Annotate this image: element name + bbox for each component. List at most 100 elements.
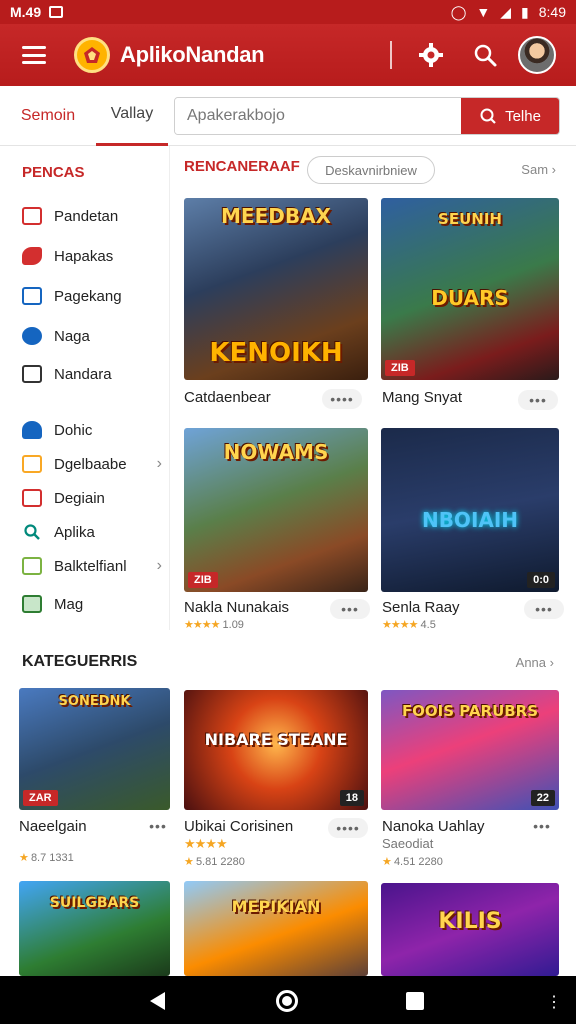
sidebar-item-nandara[interactable]: Nandara (22, 362, 162, 386)
grid-icon (22, 287, 42, 305)
sidebar-item-mag[interactable]: Mag (22, 592, 162, 616)
search-input[interactable] (175, 98, 461, 134)
appbar-divider (390, 41, 393, 69)
image-icon (22, 595, 42, 613)
search-box: Telhe (174, 97, 560, 135)
sidebar-item-label: Pandetan (54, 207, 119, 225)
tab-semoin[interactable]: Semoin (0, 86, 96, 146)
game-tag: ZAR (23, 790, 58, 806)
rating-value: 4.5 (420, 619, 436, 631)
more-options-button[interactable]: ••• (330, 599, 370, 619)
game-title[interactable]: Naeelgain (19, 818, 87, 835)
game-title[interactable]: Mang Snyat (382, 389, 462, 406)
recent-apps-icon[interactable] (406, 992, 424, 1010)
sidebar: PENCAS Pandetan Hapakas Pagekang Naga Na… (0, 146, 170, 630)
game-card-image[interactable]: NBOIAIH 0:0 (381, 428, 559, 592)
tab-vallay[interactable]: Vallay (96, 86, 168, 146)
game-card-image[interactable]: SONEDNK ZAR (19, 688, 170, 810)
sidebar-item-degiain[interactable]: Degiain (22, 486, 162, 510)
puzzle-icon (22, 247, 42, 265)
notification-icon (49, 6, 64, 18)
sidebar-item-label: Aplika (54, 523, 95, 541)
game-art-subtitle: KENOIKH (209, 338, 343, 368)
more-options-button[interactable]: •••• (322, 389, 362, 409)
search-button-icon (480, 108, 496, 124)
alarm-icon: ◯ (450, 3, 467, 20)
status-bar: M.49 ◯ ▼ ◢ ▮ 8:49 (0, 0, 576, 24)
game-art-title: NIBARE STEANE (204, 730, 348, 749)
game-rating: ★★★★ 4.5 (382, 618, 436, 631)
more-options-button[interactable]: ••• (522, 816, 562, 836)
sidebar-item-label: Balktelfianl (54, 557, 127, 575)
rating-star: ★ (184, 856, 194, 868)
rating-value: 5.81 2280 (195, 856, 245, 868)
featured-filter-pill[interactable]: Deskavnirbniew (307, 156, 435, 184)
game-tag: 18 (339, 790, 364, 806)
menu-icon[interactable] (22, 46, 46, 64)
chevron-right-icon: › (156, 557, 162, 574)
game-art (184, 881, 368, 976)
sidebar-item-balktelfianl[interactable]: Balktelfianl › (22, 554, 162, 578)
more-options-button[interactable]: ••• (524, 599, 564, 619)
search-button[interactable]: Telhe (461, 98, 559, 134)
game-card-image[interactable]: KILIS (381, 883, 559, 976)
game-card-image[interactable]: FOOIS PARUBRS 22 (381, 690, 559, 810)
sidebar-item-dohic[interactable]: Dohic (22, 418, 162, 442)
sidebar-item-hapakas[interactable]: Hapakas (22, 244, 162, 268)
search-button-label: Telhe (505, 107, 541, 125)
game-card-image[interactable]: SUILGBARS (19, 881, 170, 976)
game-art-title: KILIS (438, 909, 502, 934)
shield-icon (22, 327, 42, 345)
game-art-title: NBOIAIH (421, 508, 519, 532)
categories-heading: KATEGUERRIS (22, 653, 138, 670)
sidebar-item-pagekang[interactable]: Pagekang (22, 284, 162, 308)
game-title[interactable]: Senla Raay (382, 599, 460, 616)
sidebar-item-label: Hapakas (54, 247, 114, 265)
game-art-title: MEPIKIAN (231, 897, 321, 916)
search-icon[interactable] (470, 40, 500, 70)
sidebar-heading: PENCAS (22, 164, 85, 181)
categories-see-all[interactable]: Anna › (516, 655, 554, 670)
app-bar: AplikoNandan (0, 24, 576, 86)
sidebar-item-aplika[interactable]: Aplika (22, 520, 162, 544)
game-title[interactable]: Nanoka Uahlay (382, 818, 485, 835)
folder-icon (22, 207, 42, 225)
avatar[interactable] (518, 36, 557, 74)
game-card-image[interactable]: MEPIKIAN (184, 881, 368, 976)
game-card-image[interactable]: SEUNIH DUARS ZIB (381, 198, 559, 380)
game-title[interactable]: Nakla Nunakais (184, 599, 289, 616)
sidebar-item-naga[interactable]: Naga (22, 324, 162, 348)
game-rating: ★★★★ 1.09 (184, 618, 244, 631)
game-tag: 0:0 (527, 572, 555, 588)
game-tag: ZIB (385, 360, 415, 376)
game-rating: ★ 4.51 2280 (382, 855, 443, 868)
more-options-button[interactable]: ••• (518, 390, 558, 410)
more-options-button[interactable]: ••• (138, 816, 178, 836)
chevron-right-icon: › (156, 455, 162, 472)
game-art-subtitle: DUARS (431, 286, 509, 310)
signal-icon: ◢ (500, 3, 512, 20)
more-options-button[interactable]: •••• (328, 818, 368, 838)
game-card-image[interactable]: NOWAMS ZIB (184, 428, 368, 592)
game-title[interactable]: Ubikai Corisinen (184, 818, 293, 835)
sidebar-item-dgelbaabe[interactable]: Dgelbaabe › (22, 452, 162, 476)
back-icon[interactable] (150, 992, 165, 1010)
featured-heading: RENCANERAAF (184, 158, 300, 175)
rating-value: 1.09 (222, 619, 244, 631)
game-tag: ZIB (188, 572, 218, 588)
home-icon[interactable] (276, 990, 298, 1012)
tab-search-row: Semoin Vallay Telhe (0, 86, 576, 146)
game-card-image[interactable]: NIBARE STEANE 18 (184, 690, 368, 810)
sidebar-item-pandetan[interactable]: Pandetan (22, 204, 162, 228)
featured-see-all[interactable]: Sam › (521, 162, 556, 177)
game-card-image[interactable]: MEEDBAX KENOIKH (184, 198, 368, 380)
featured-see-all-label: Sam (521, 162, 549, 177)
game-title[interactable]: Catdaenbear (184, 389, 271, 406)
gear-icon[interactable] (416, 40, 446, 70)
sidebar-item-label: Mag (54, 595, 84, 613)
sidebar-item-label: Dohic (54, 421, 93, 439)
search-icon (22, 523, 42, 541)
game-art-title: SEUNIH (438, 210, 502, 228)
overflow-icon[interactable]: ⋮ (546, 992, 562, 1012)
rating-stars: ★ (19, 852, 29, 864)
